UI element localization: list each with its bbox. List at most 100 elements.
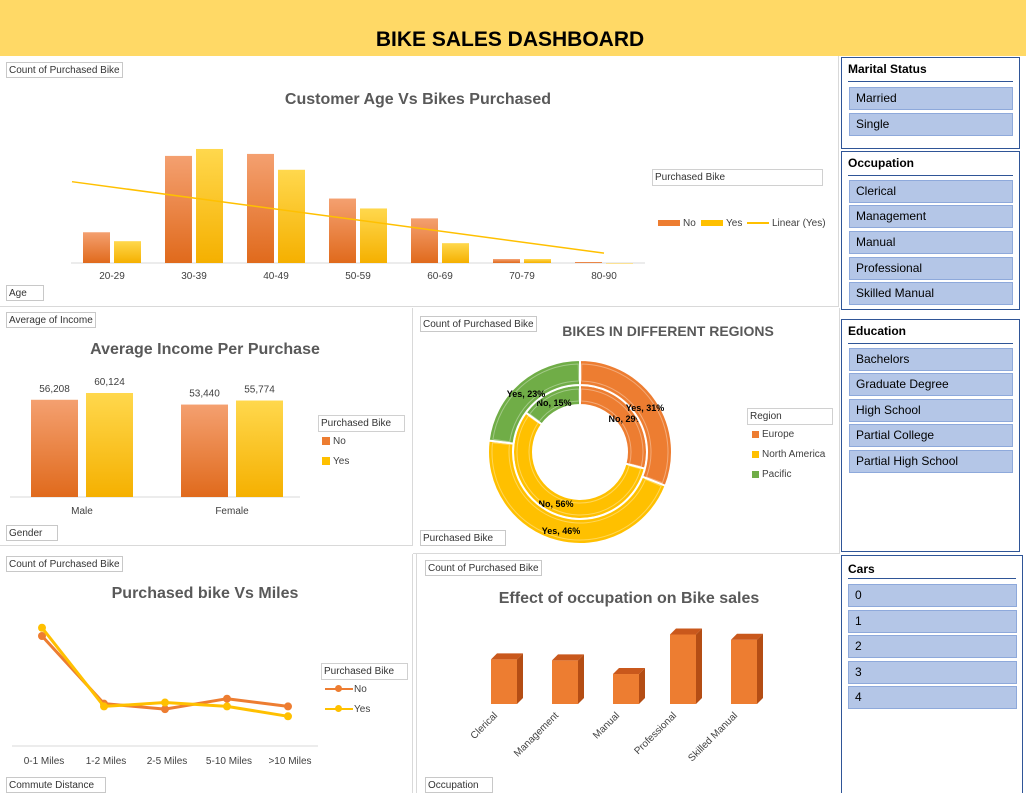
slicer-item-clerical[interactable]: Clerical (849, 180, 1013, 203)
occupation-chart-panel: Count of Purchased Bike Effect of occupa… (416, 554, 840, 793)
x-tick-label: Management (512, 710, 561, 759)
x-tick-label: 80-90 (591, 271, 617, 282)
slicer-item-cars-1[interactable]: 1 (848, 610, 1017, 633)
x-tick-label: Female (215, 506, 249, 517)
region-chart-panel: Count of Purchased Bike BIKES IN DIFFERE… (413, 308, 840, 554)
slicer-item-single[interactable]: Single (849, 113, 1013, 136)
trend-swatch (747, 222, 769, 225)
point-yes-1-2-miles (100, 702, 108, 711)
income-legend-yes: Yes (322, 456, 349, 467)
income-chart-panel: Average of Income Average Income Per Pur… (0, 308, 413, 546)
x-tick-label: 2-5 Miles (147, 756, 188, 767)
x-tick-label: 30-39 (181, 271, 207, 282)
miles-chart-panel: Count of Purchased Bike Purchased bike V… (0, 554, 413, 793)
age-legend-yes: Yes (701, 218, 742, 229)
bar-side-manual (639, 668, 645, 704)
slicer-divider (848, 81, 1013, 82)
data-label: 60,124 (94, 377, 125, 388)
x-tick-label: 40-49 (263, 271, 289, 282)
no-line-swatch (325, 685, 353, 693)
x-tick-label: Clerical (469, 710, 500, 741)
x-tick-label: Skilled Manual (686, 710, 740, 764)
bar-no-female (181, 404, 228, 497)
dashboard-title: BIKE SALES DASHBOARD (375, 28, 645, 51)
donut-data-label: Yes, 23% (507, 389, 546, 399)
slicer-item-bachelors[interactable]: Bachelors (849, 348, 1013, 371)
age-axis-button[interactable]: Age (6, 285, 44, 301)
bar-side-skilled-manual (757, 633, 763, 704)
point-yes-0-1-miles (38, 623, 46, 632)
x-tick-label: >10 Miles (268, 756, 311, 767)
income-axis-button[interactable]: Gender (6, 525, 58, 541)
bar-side-clerical (517, 653, 523, 704)
pacific-swatch (752, 470, 759, 478)
slicer-item-management[interactable]: Management (849, 205, 1013, 228)
bar-yes-40-49 (278, 169, 305, 263)
age-legend-trend: Linear (Yes) (747, 218, 826, 229)
cars-slicer: Cars 0 1 2 3 4 (841, 555, 1023, 793)
occupation-axis-button[interactable]: Occupation (425, 777, 493, 793)
bar-management (552, 660, 578, 704)
bar-no-80-90 (575, 262, 602, 263)
point-yes-10-miles (284, 712, 292, 721)
region-axis-button[interactable]: Purchased Bike (420, 530, 506, 546)
point-no-5-10-miles (223, 694, 231, 703)
donut-data-label: Yes, 46% (542, 526, 581, 536)
slicer-item-skilled-manual[interactable]: Skilled Manual (849, 282, 1013, 305)
slicer-item-partial-college[interactable]: Partial College (849, 424, 1013, 447)
slicer-item-professional[interactable]: Professional (849, 257, 1013, 280)
point-yes-5-10-miles (223, 702, 231, 711)
slicer-divider (848, 175, 1013, 176)
bar-yes-70-79 (524, 259, 551, 263)
north-america-swatch (752, 450, 759, 458)
yes-swatch (322, 457, 330, 466)
age-chart-panel: Count of Purchased Bike Customer Age Vs … (0, 56, 839, 307)
x-tick-label: Professional (632, 710, 679, 757)
slicer-divider (848, 578, 1016, 579)
x-tick-label: 60-69 (427, 271, 453, 282)
bar-yes-male (86, 393, 133, 497)
region-legend-title[interactable]: Region (747, 408, 833, 425)
bar-yes-80-90 (606, 263, 633, 264)
slicer-title: Cars (848, 562, 875, 576)
slicer-item-cars-0[interactable]: 0 (848, 584, 1017, 607)
bar-manual (613, 674, 639, 704)
miles-legend-title[interactable]: Purchased Bike (321, 663, 408, 680)
bar-side-management (578, 654, 584, 704)
bar-yes-female (236, 400, 283, 497)
occupation-chart-svg: Clerical Management Manual Professional Skil… (469, 628, 763, 764)
europe-swatch (752, 430, 759, 438)
slicer-item-partial-high-school[interactable]: Partial High School (849, 450, 1013, 473)
x-tick-label: 70-79 (509, 271, 535, 282)
bar-clerical (491, 659, 517, 704)
slicer-item-manual[interactable]: Manual (849, 231, 1013, 254)
yes-line-swatch (325, 705, 353, 713)
dashboard-banner: BIKE SALES DASHBOARD (0, 0, 1026, 56)
slicer-item-cars-2[interactable]: 2 (848, 635, 1017, 658)
miles-legend-yes: Yes (325, 704, 370, 715)
x-tick-label: 50-59 (345, 271, 371, 282)
bar-no-30-39 (165, 155, 192, 263)
x-tick-label: Manual (591, 710, 622, 741)
bar-no-50-59 (329, 198, 356, 263)
x-tick-label: Male (71, 506, 93, 517)
slicer-item-high-school[interactable]: High School (849, 399, 1013, 422)
slicer-item-cars-4[interactable]: 4 (848, 686, 1017, 709)
point-yes-2-5-miles (161, 698, 169, 707)
slicer-item-graduate-degree[interactable]: Graduate Degree (849, 373, 1013, 396)
bar-no-70-79 (493, 259, 520, 263)
x-tick-label: 20-29 (99, 271, 125, 282)
age-legend-title[interactable]: Purchased Bike (652, 169, 823, 186)
x-tick-label: 1-2 Miles (86, 756, 127, 767)
slicer-item-married[interactable]: Married (849, 87, 1013, 110)
miles-axis-button[interactable]: Commute Distance (6, 777, 106, 793)
bar-side-professional (696, 628, 702, 704)
region-legend-pacific: Pacific (752, 469, 791, 480)
slicer-item-cars-3[interactable]: 3 (848, 661, 1017, 684)
bar-yes-60-69 (442, 243, 469, 263)
data-label: 56,208 (39, 384, 70, 395)
income-legend-title[interactable]: Purchased Bike (318, 415, 405, 432)
yes-swatch (701, 220, 723, 227)
region-legend-north-america: North America (752, 449, 825, 460)
no-swatch (322, 437, 330, 446)
